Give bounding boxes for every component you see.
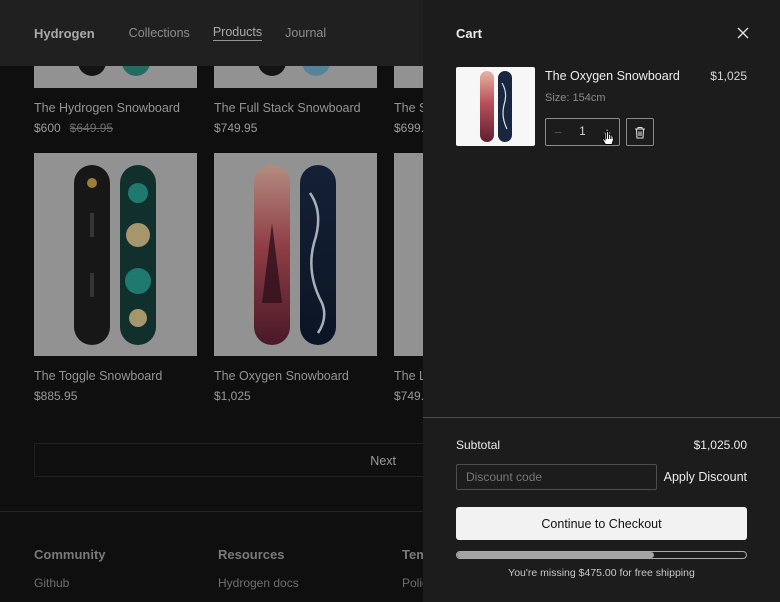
checkout-button[interactable]: Continue to Checkout (456, 507, 747, 540)
decrease-quantity-button[interactable]: − (546, 125, 570, 140)
cart-title: Cart (456, 26, 483, 41)
trash-icon[interactable] (626, 118, 654, 146)
cart-divider (423, 417, 780, 418)
progress-fill (457, 552, 654, 558)
apply-discount-button[interactable]: Apply Discount (664, 470, 747, 484)
close-icon[interactable] (736, 26, 750, 40)
quantity-value: 1 (579, 126, 586, 138)
free-shipping-message: You're missing $475.00 for free shipping (508, 567, 695, 579)
hand-cursor-icon (601, 131, 615, 147)
cart-item-name[interactable]: The Oxygen Snowboard (545, 69, 680, 83)
drawer-backdrop[interactable] (0, 0, 423, 602)
cart-drawer: Cart The Oxygen Snowboard $1,025 Size: 1… (423, 0, 780, 602)
cart-item-size: Size: 154cm (545, 92, 606, 104)
cart-item-image[interactable] (456, 67, 535, 146)
cart-item-price: $1,025 (710, 69, 747, 83)
subtotal-value: $1,025.00 (693, 438, 747, 452)
discount-code-input[interactable] (456, 464, 657, 490)
subtotal-label: Subtotal (456, 438, 501, 452)
free-shipping-progress (456, 551, 747, 559)
